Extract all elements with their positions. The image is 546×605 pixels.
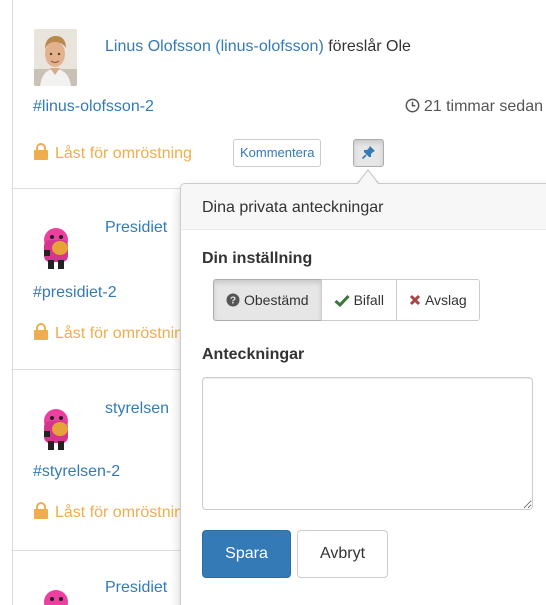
locked-status: Låst för omröstning: [33, 502, 192, 523]
comment-button[interactable]: Kommentera: [233, 139, 322, 167]
clock-icon: [405, 98, 420, 113]
notes-label: Anteckningar: [202, 346, 305, 363]
pink-bird-icon: [44, 228, 68, 269]
proposal-title: styrelsen: [105, 399, 169, 419]
proposal-title: Linus Olofsson (linus-olofsson) föreslår…: [105, 37, 411, 57]
proposal-anchor-link[interactable]: #presidiet-2: [33, 283, 117, 303]
author-link[interactable]: Linus Olofsson (linus-olofsson): [105, 38, 324, 55]
cancel-button[interactable]: Avbryt: [297, 530, 388, 578]
proposal-action: föreslår Ole: [328, 38, 411, 55]
private-notes-popover: Dina privata anteckningar Din inställnin…: [180, 183, 546, 605]
stance-button-group: ? Obestämd Bifall Avslag: [213, 279, 480, 321]
times-icon: [409, 294, 421, 306]
person-photo-icon: [34, 29, 77, 86]
lock-icon: [34, 323, 48, 340]
stance-undecided-button[interactable]: ? Obestämd: [213, 279, 322, 321]
author-link[interactable]: Presidiet: [105, 219, 167, 236]
question-circle-icon: ?: [226, 293, 240, 307]
stance-label: Din inställning: [202, 250, 313, 267]
list-item: Linus Olofsson (linus-olofsson) föreslår…: [13, 0, 546, 189]
notes-toggle-button[interactable]: [353, 139, 384, 167]
pink-bird-icon: [44, 590, 68, 605]
check-icon: [334, 294, 350, 307]
proposal-anchor-link[interactable]: #styrelsen-2: [33, 462, 120, 482]
popover-title: Dina privata anteckningar: [181, 184, 546, 230]
avatar[interactable]: [34, 401, 78, 453]
svg-text:?: ?: [230, 296, 236, 307]
proposal-anchor-link[interactable]: #linus-olofsson-2: [33, 97, 154, 117]
locked-status: Låst för omröstning: [33, 143, 192, 164]
popover-arrow-inner: [358, 171, 378, 184]
lock-icon: [34, 143, 48, 160]
pushpin-icon: [361, 145, 375, 159]
lock-icon: [34, 502, 48, 519]
timestamp: 21 timmar sedan: [405, 97, 543, 117]
stance-reject-button[interactable]: Avslag: [395, 279, 480, 321]
page: Linus Olofsson (linus-olofsson) föreslår…: [0, 0, 546, 605]
locked-status: Låst för omröstning: [33, 323, 192, 344]
avatar[interactable]: [34, 220, 78, 272]
save-button[interactable]: Spara: [202, 530, 291, 578]
pink-bird-icon: [44, 409, 68, 450]
stance-approve-button[interactable]: Bifall: [320, 279, 397, 321]
proposal-title: Presidiet: [105, 578, 167, 598]
avatar[interactable]: [34, 29, 77, 86]
author-link[interactable]: Presidiet: [105, 579, 167, 596]
notes-textarea[interactable]: [202, 377, 533, 510]
avatar[interactable]: [34, 582, 78, 605]
proposal-title: Presidiet: [105, 218, 167, 238]
author-link[interactable]: styrelsen: [105, 400, 169, 417]
